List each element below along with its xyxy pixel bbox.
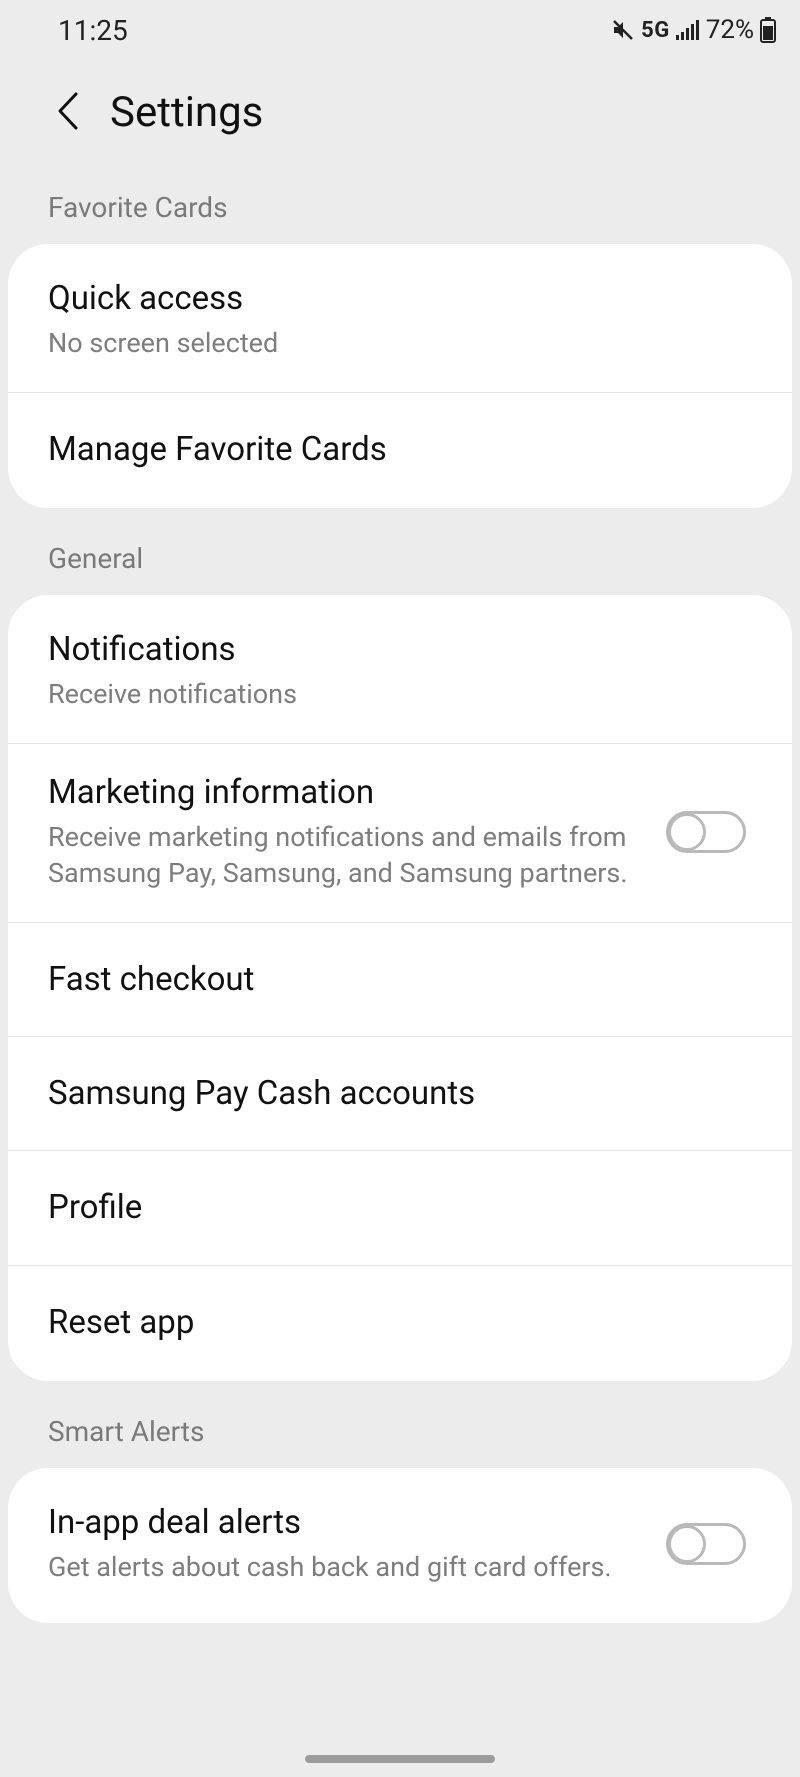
row-title: Quick access	[48, 278, 752, 319]
status-right: 5G 72%	[611, 15, 776, 45]
gesture-handle	[305, 1755, 495, 1763]
favorite-cards-group: Quick access No screen selected Manage F…	[8, 244, 792, 508]
row-marketing-information[interactable]: Marketing information Receive marketing …	[8, 743, 792, 922]
row-subtitle: Receive notifications	[48, 676, 752, 712]
header: Settings	[0, 60, 800, 173]
row-title: Fast checkout	[48, 959, 752, 1000]
chevron-left-icon	[56, 92, 80, 134]
deal-alerts-toggle[interactable]	[666, 1523, 746, 1565]
page-title: Settings	[110, 88, 263, 137]
network-label: 5G	[641, 18, 670, 43]
signal-icon	[676, 20, 700, 40]
row-subtitle: Get alerts about cash back and gift card…	[48, 1549, 636, 1585]
row-quick-access[interactable]: Quick access No screen selected	[8, 244, 792, 392]
row-title: Samsung Pay Cash accounts	[48, 1073, 752, 1114]
row-title: Marketing information	[48, 772, 636, 813]
smart-alerts-group: In-app deal alerts Get alerts about cash…	[8, 1468, 792, 1624]
status-bar: 11:25 5G 72%	[0, 0, 800, 60]
battery-percentage: 72%	[706, 15, 754, 45]
row-notifications[interactable]: Notifications Receive notifications	[8, 595, 792, 743]
row-fast-checkout[interactable]: Fast checkout	[8, 922, 792, 1036]
marketing-toggle[interactable]	[666, 811, 746, 853]
row-subtitle: No screen selected	[48, 325, 752, 361]
row-title: Manage Favorite Cards	[48, 429, 752, 470]
row-in-app-deal-alerts[interactable]: In-app deal alerts Get alerts about cash…	[8, 1468, 792, 1624]
general-group: Notifications Receive notifications Mark…	[8, 595, 792, 1381]
row-title: Notifications	[48, 629, 752, 670]
row-reset-app[interactable]: Reset app	[8, 1265, 792, 1381]
row-profile[interactable]: Profile	[8, 1150, 792, 1264]
row-samsung-pay-cash-accounts[interactable]: Samsung Pay Cash accounts	[8, 1036, 792, 1150]
back-button[interactable]	[50, 95, 86, 131]
row-manage-favorite-cards[interactable]: Manage Favorite Cards	[8, 392, 792, 508]
row-subtitle: Receive marketing notifications and emai…	[48, 819, 636, 892]
row-title: In-app deal alerts	[48, 1502, 636, 1543]
section-label-favorite-cards: Favorite Cards	[0, 173, 800, 244]
row-title: Reset app	[48, 1302, 752, 1343]
status-time: 11:25	[58, 14, 128, 47]
section-label-smart-alerts: Smart Alerts	[0, 1381, 800, 1468]
row-title: Profile	[48, 1187, 752, 1228]
mute-icon	[611, 18, 635, 42]
battery-icon	[760, 17, 776, 43]
section-label-general: General	[0, 508, 800, 595]
